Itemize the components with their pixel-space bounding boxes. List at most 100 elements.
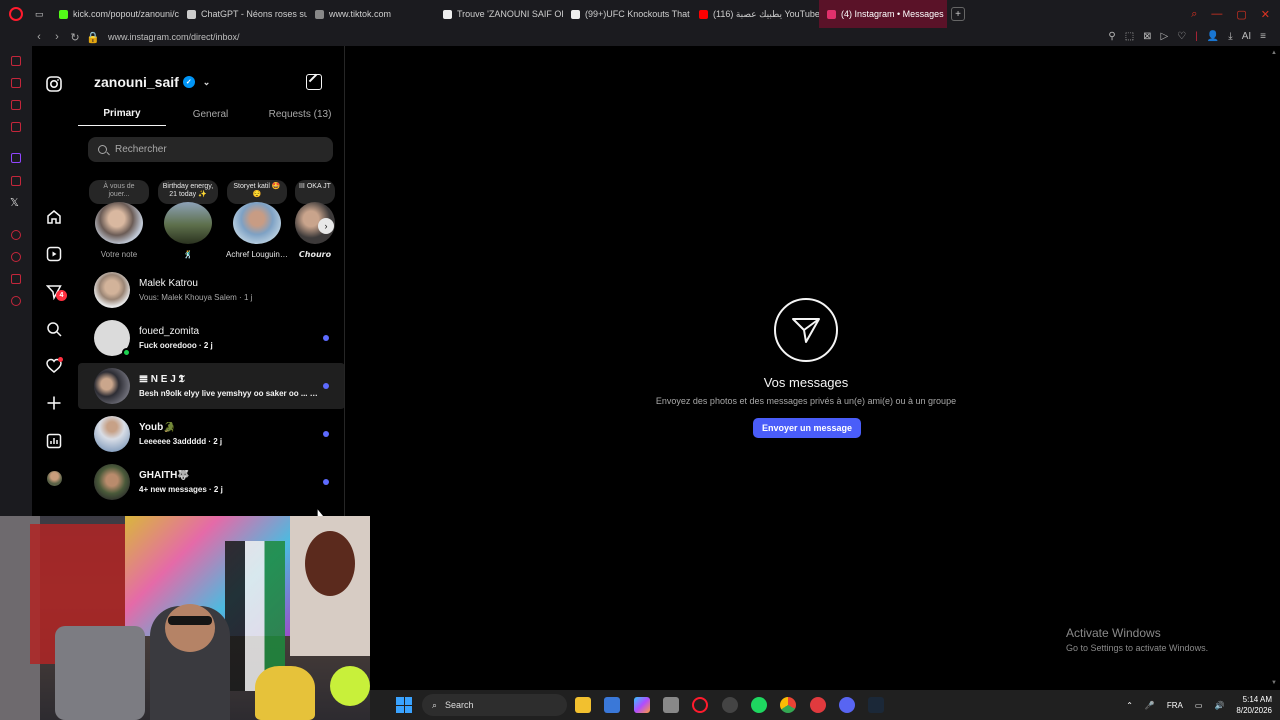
adblock-icon[interactable]: ⊠ xyxy=(1143,31,1151,42)
notifications-heart-icon[interactable] xyxy=(44,356,64,376)
avatar xyxy=(233,202,281,244)
spotify-icon[interactable] xyxy=(751,697,767,713)
time: 5:14 AM xyxy=(1242,695,1272,704)
sidebar-player-icon[interactable] xyxy=(11,230,21,240)
profile-icon[interactable]: 👤 xyxy=(1207,31,1219,42)
browser-tab[interactable]: يطبيك عصبة (116) YouTube xyxy=(691,0,819,28)
sidebar-shopping-icon[interactable] xyxy=(11,78,21,88)
chevron-right-icon[interactable]: › xyxy=(318,218,334,234)
snapshot-icon[interactable]: ⬚ xyxy=(1125,31,1134,42)
notes-carousel: À vous de jouer... Votre note Birthday e… xyxy=(88,180,344,266)
forward-icon[interactable]: › xyxy=(48,31,66,43)
plush-toy xyxy=(255,666,315,720)
maximize-icon[interactable]: ▢ xyxy=(1236,8,1246,21)
sidebar-news-icon[interactable] xyxy=(11,122,21,132)
conversation-preview: Leeeeee 3addddd · 2 j xyxy=(139,437,223,446)
display-icon[interactable]: ▭ xyxy=(1195,701,1203,710)
scroll-down-icon[interactable]: ▼ xyxy=(1271,680,1277,686)
new-message-icon[interactable] xyxy=(306,74,322,90)
verified-badge-icon: ✓ xyxy=(182,76,195,88)
sidebar-x-icon[interactable]: 𝕏 xyxy=(10,196,19,209)
new-tab-button[interactable]: + xyxy=(951,7,965,21)
note-item-own[interactable]: À vous de jouer... Votre note xyxy=(88,180,150,259)
sidebar-settings-icon[interactable] xyxy=(11,296,21,306)
close-icon[interactable]: ✕ xyxy=(1261,8,1270,21)
sidebar-twitch-icon[interactable] xyxy=(11,153,21,163)
browser-tab[interactable]: Trouve 'ZANOUNI SAIF OF xyxy=(435,0,563,28)
conversation-item[interactable]: GHAITH🐺 4+ new messages · 2 j xyxy=(78,459,344,505)
chevron-up-icon[interactable]: ⌃ xyxy=(1126,701,1133,710)
instagram-logo-icon[interactable] xyxy=(44,74,64,94)
note-item[interactable]: Storyet katil 🤩😌 Achref Louguini ... xyxy=(226,180,288,259)
search-icon[interactable] xyxy=(44,319,64,339)
conversation-preview: Fuck ooredooo · 2 j xyxy=(139,341,213,350)
browser-tab[interactable]: (99+)UFC Knockouts That xyxy=(563,0,691,28)
steam-icon[interactable] xyxy=(868,697,884,713)
account-switcher[interactable]: zanouni_saif ✓ ⌄ xyxy=(94,74,210,90)
language-indicator[interactable]: FRA xyxy=(1167,701,1183,710)
sidebar-music-icon[interactable] xyxy=(11,176,21,186)
windows-start-icon[interactable] xyxy=(396,697,412,713)
search-icon xyxy=(98,145,107,154)
conversation-item-hovered[interactable]: 𝌆 N E J 𝕿 Besh n9olk elyy live yemshyy o… xyxy=(78,363,344,409)
minimize-icon[interactable]: — xyxy=(1211,8,1222,21)
url-field[interactable]: www.instagram.com/direct/inbox/ xyxy=(108,32,240,42)
note-item[interactable]: Birthday energy, 21 today ✨ 🕺 xyxy=(157,180,219,259)
heart-icon[interactable]: ♡ xyxy=(1177,31,1186,42)
chrome-icon[interactable] xyxy=(780,697,796,713)
copilot-icon[interactable] xyxy=(634,697,650,713)
sidebar-history-icon[interactable] xyxy=(11,252,21,262)
volume-icon[interactable]: 🔊 xyxy=(1214,701,1224,710)
back-icon[interactable]: ‹ xyxy=(30,31,48,43)
store-icon[interactable] xyxy=(604,697,620,713)
conversation-item[interactable]: Malek Katrou Vous: Malek Khouya Salem · … xyxy=(78,267,344,313)
opera-logo-icon[interactable] xyxy=(9,7,23,21)
download-icon[interactable]: ⤓ xyxy=(1228,31,1232,42)
browser-tab-active[interactable]: (4) Instagram • Messages xyxy=(819,0,947,28)
sidebar-messenger-icon[interactable] xyxy=(11,100,21,110)
scroll-up-icon[interactable]: ▲ xyxy=(1271,50,1277,56)
discord-icon[interactable] xyxy=(839,697,855,713)
file-explorer-icon[interactable] xyxy=(575,697,591,713)
dashboard-icon[interactable] xyxy=(44,431,64,451)
clock[interactable]: 5:14 AM 8/20/2026 xyxy=(1236,694,1272,716)
reload-icon[interactable]: ↻ xyxy=(66,31,84,44)
empty-title: Vos messages xyxy=(763,375,849,390)
microphone-icon[interactable]: 🎤 xyxy=(1145,701,1155,710)
tab-requests[interactable]: Requests (13) xyxy=(255,102,344,126)
tab-workspaces-icon[interactable]: ▭ xyxy=(31,0,51,28)
play-icon[interactable]: ▷ xyxy=(1161,31,1169,42)
opera-gx-icon[interactable] xyxy=(722,697,738,713)
message-view-empty: Vos messages Envoyez des photos et des m… xyxy=(345,46,1280,690)
tab-label: (99+)UFC Knockouts That xyxy=(585,9,690,19)
conversation-name: foued_zomita xyxy=(139,326,200,337)
aria-ai-button[interactable]: AI xyxy=(1242,31,1251,42)
watermark-subtitle: Go to Settings to activate Windows. xyxy=(1066,643,1209,653)
app-icon[interactable] xyxy=(810,697,826,713)
tab-primary[interactable]: Primary xyxy=(78,102,166,126)
create-plus-icon[interactable] xyxy=(44,393,64,413)
messages-icon[interactable]: 4 xyxy=(44,282,67,302)
browser-tab[interactable]: ChatGPT - Néons roses su xyxy=(179,0,307,28)
profile-avatar[interactable] xyxy=(44,468,64,488)
pin-icon[interactable]: ⚲ xyxy=(1108,31,1115,42)
browser-tab[interactable]: kick.com/popout/zanouni/c xyxy=(51,0,179,28)
conversation-item[interactable]: foued_zomita Fuck ooredooo · 2 j xyxy=(78,315,344,361)
tab-general[interactable]: General xyxy=(166,102,255,126)
scrollbar[interactable]: ▲ ▼ xyxy=(1271,50,1277,686)
sidebar-extensions-icon[interactable] xyxy=(11,274,21,284)
opera-icon[interactable] xyxy=(692,697,708,713)
search-input[interactable] xyxy=(115,144,315,155)
sidebar-aria-icon[interactable] xyxy=(11,56,21,66)
calculator-icon[interactable] xyxy=(663,697,679,713)
reels-icon[interactable] xyxy=(44,244,64,264)
conversation-item[interactable]: Youb🐊 Leeeeee 3addddd · 2 j xyxy=(78,411,344,457)
note-bubble: À vous de jouer... xyxy=(89,180,149,204)
taskbar-search[interactable]: ⌕ Search xyxy=(422,694,567,716)
browser-tab[interactable]: www.tiktok.com xyxy=(307,0,435,28)
home-icon[interactable] xyxy=(44,207,64,227)
search-tabs-icon[interactable]: ⌕ xyxy=(1191,8,1197,21)
menu-icon[interactable]: ≡ xyxy=(1260,31,1266,42)
kick-icon xyxy=(59,9,68,19)
send-message-button[interactable]: Envoyer un message xyxy=(753,418,861,438)
